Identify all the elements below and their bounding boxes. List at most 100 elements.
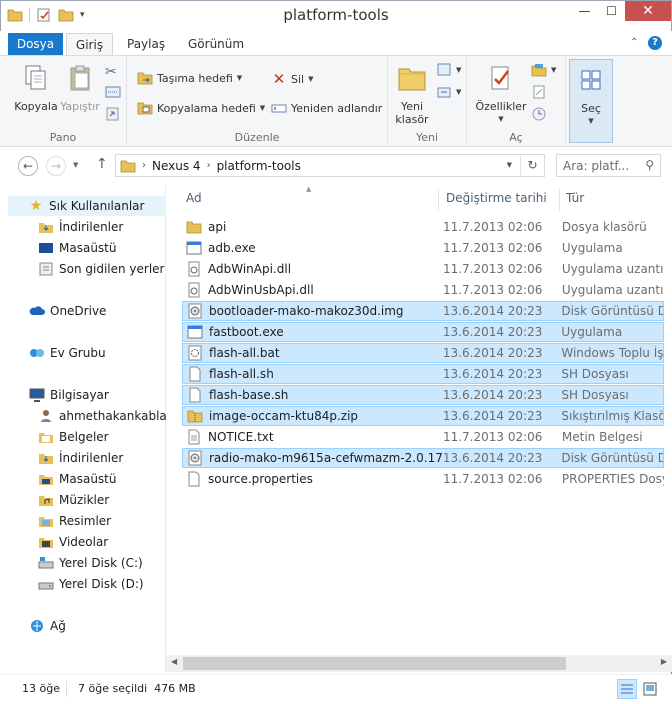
disk-image-icon <box>188 303 202 319</box>
refresh-icon[interactable]: ↻ <box>520 155 544 176</box>
copy-button[interactable]: Kopyala <box>14 62 58 113</box>
maximize-button[interactable]: ☐ <box>598 1 625 21</box>
file-name: fastboot.exe <box>209 325 284 339</box>
nav-computer-drive-d[interactable]: Yerel Disk (D:) <box>38 574 144 594</box>
file-date: 11.7.2013 02:06 <box>442 472 543 486</box>
nav-computer-user[interactable]: ahmethakankablam <box>38 406 178 426</box>
nav-computer-videos[interactable]: Videolar <box>38 532 108 552</box>
breadcrumb-separator-icon[interactable]: › <box>142 160 146 171</box>
scrollbar-thumb[interactable] <box>183 657 566 670</box>
file-date: 13.6.2014 20:23 <box>442 451 543 465</box>
column-header-date[interactable]: Değiştirme tarihi <box>446 191 547 205</box>
file-row[interactable]: flash-all.sh 13.6.2014 20:23 SH Dosyası <box>182 364 664 384</box>
file-type: SH Dosyası <box>561 388 629 402</box>
nav-onedrive[interactable]: OneDrive <box>29 301 106 321</box>
recent-locations-icon[interactable]: ▼ <box>73 161 78 169</box>
easy-access-button[interactable]: ▼ <box>436 84 461 100</box>
column-header-type[interactable]: Tür <box>566 191 584 205</box>
move-to-button[interactable]: Taşıma hedefi ▼ <box>137 70 242 86</box>
edit-button[interactable] <box>531 84 547 100</box>
cut-button[interactable]: ✂ <box>105 64 117 80</box>
nav-favorite-desktop[interactable]: Masaüstü <box>38 238 116 258</box>
file-row[interactable]: radio-mako-m9615a-cefwmazm-2.0.170... 13.… <box>182 448 664 468</box>
address-history-icon[interactable]: ▼ <box>507 161 512 169</box>
up-button[interactable]: ↑ <box>96 156 108 172</box>
tab-view[interactable]: Görünüm <box>178 33 254 56</box>
tab-share[interactable]: Paylaş <box>117 33 175 56</box>
file-row[interactable]: api 11.7.2013 02:06 Dosya klasörü <box>182 217 664 237</box>
nav-computer-drive-c[interactable]: Yerel Disk (C:) <box>38 553 143 573</box>
file-date: 11.7.2013 02:06 <box>442 220 543 234</box>
file-row[interactable]: AdbWinUsbApi.dll 11.7.2013 02:06 Uygulama … <box>182 280 664 300</box>
copy-path-icon <box>105 86 121 98</box>
file-row[interactable]: bootloader-mako-makoz30d.img 13.6.2014 20… <box>182 301 664 321</box>
details-view-icon <box>621 684 633 694</box>
nav-favorite-downloads[interactable]: İndirilenler <box>38 217 123 237</box>
column-separator[interactable] <box>559 189 560 211</box>
file-name: radio-mako-m9615a-cefwmazm-2.0.170... <box>209 451 443 465</box>
help-icon[interactable]: ? <box>648 36 662 50</box>
nav-network[interactable]: Ağ <box>29 616 66 636</box>
dll-icon <box>188 282 200 298</box>
details-view-button[interactable] <box>617 679 637 699</box>
scroll-left-icon[interactable]: ◀ <box>171 657 177 666</box>
file-row[interactable]: flash-base.sh 13.6.2014 20:23 SH Dosyası <box>182 385 664 405</box>
rename-button[interactable]: Yeniden adlandır <box>271 100 382 116</box>
horizontal-scrollbar[interactable]: ◀ ▶ <box>166 655 672 672</box>
close-button[interactable]: ✕ <box>625 1 671 21</box>
file-row[interactable]: fastboot.exe 13.6.2014 20:23 Uygulama <box>182 322 664 342</box>
large-icons-view-button[interactable] <box>640 679 660 699</box>
search-input[interactable]: Ara: platf... ⚲ <box>556 154 661 177</box>
file-name: flash-all.sh <box>209 367 274 381</box>
zip-icon <box>187 410 203 423</box>
onedrive-cloud-icon <box>29 306 45 315</box>
file-row[interactable]: flash-all.bat 13.6.2014 20:23 Windows Topl… <box>182 343 664 363</box>
history-button[interactable] <box>531 106 547 122</box>
file-row[interactable]: image-occam-ktu84p.zip 13.6.2014 20:23 Sık… <box>182 406 664 426</box>
minimize-icon: — <box>578 4 591 18</box>
nav-favorites[interactable]: ★ Sık Kullanılanlar <box>8 196 166 216</box>
ribbon-tabs: Dosya Giriş Paylaş Görünüm ⌃ ? <box>0 31 672 56</box>
nav-favorite-recent-places[interactable]: Son gidilen yerler <box>38 259 165 279</box>
properties-button[interactable]: Özellikler ▼ <box>473 62 529 126</box>
breadcrumb-platform-tools[interactable]: platform-tools <box>217 159 301 173</box>
new-folder-button[interactable]: Yeni klasör <box>392 62 432 126</box>
new-item-button[interactable]: ▼ <box>436 62 461 78</box>
tab-file[interactable]: Dosya <box>8 33 63 56</box>
search-icon[interactable]: ⚲ <box>645 158 654 172</box>
paste-button[interactable]: Yapıştır <box>58 62 102 113</box>
select-button[interactable]: Seç ▼ <box>569 59 613 143</box>
open-icon <box>531 64 547 77</box>
nav-computer-downloads[interactable]: İndirilenler <box>38 448 123 468</box>
tab-home[interactable]: Giriş <box>66 33 113 56</box>
nav-computer[interactable]: Bilgisayar <box>29 385 109 405</box>
nav-computer-music[interactable]: Müzikler <box>38 490 109 510</box>
file-row[interactable]: source.properties 11.7.2013 02:06 PROPERTI… <box>182 469 664 489</box>
network-icon <box>31 620 43 632</box>
column-header-name[interactable]: Ad <box>186 191 202 205</box>
address-bar[interactable]: › Nexus 4 › platform-tools ▼ ↻ <box>115 154 545 177</box>
new-folder-icon <box>398 68 426 91</box>
breadcrumb-nexus4[interactable]: Nexus 4 <box>152 159 201 173</box>
copy-to-button[interactable]: Kopyalama hedefi ▼ <box>137 100 265 116</box>
nav-computer-documents[interactable]: Belgeler <box>38 427 109 447</box>
open-button[interactable]: ▼ <box>531 62 556 78</box>
nav-computer-desktop[interactable]: Masaüstü <box>38 469 116 489</box>
file-row[interactable]: NOTICE.txt 11.7.2013 02:06 Metin Belgesi <box>182 427 664 447</box>
column-separator[interactable] <box>438 189 439 211</box>
collapse-ribbon-icon[interactable]: ⌃ <box>630 37 638 48</box>
forward-button[interactable]: → <box>46 156 66 176</box>
copy-path-button[interactable] <box>105 84 121 100</box>
nav-homegroup[interactable]: Ev Grubu <box>29 343 106 363</box>
back-button[interactable]: ← <box>18 156 38 176</box>
delete-button[interactable]: ✕ Sil ▼ <box>271 70 314 88</box>
file-row[interactable]: AdbWinApi.dll 11.7.2013 02:06 Uygulama uza… <box>182 259 664 279</box>
scroll-right-icon[interactable]: ▶ <box>661 657 667 666</box>
paste-shortcut-button[interactable] <box>105 106 121 122</box>
breadcrumb-separator-icon[interactable]: › <box>207 160 211 171</box>
minimize-button[interactable]: — <box>571 1 598 21</box>
nav-computer-pictures[interactable]: Resimler <box>38 511 111 531</box>
file-name: flash-base.sh <box>209 388 289 402</box>
file-row[interactable]: adb.exe 11.7.2013 02:06 Uygulama <box>182 238 664 258</box>
music-folder-icon <box>39 496 53 506</box>
